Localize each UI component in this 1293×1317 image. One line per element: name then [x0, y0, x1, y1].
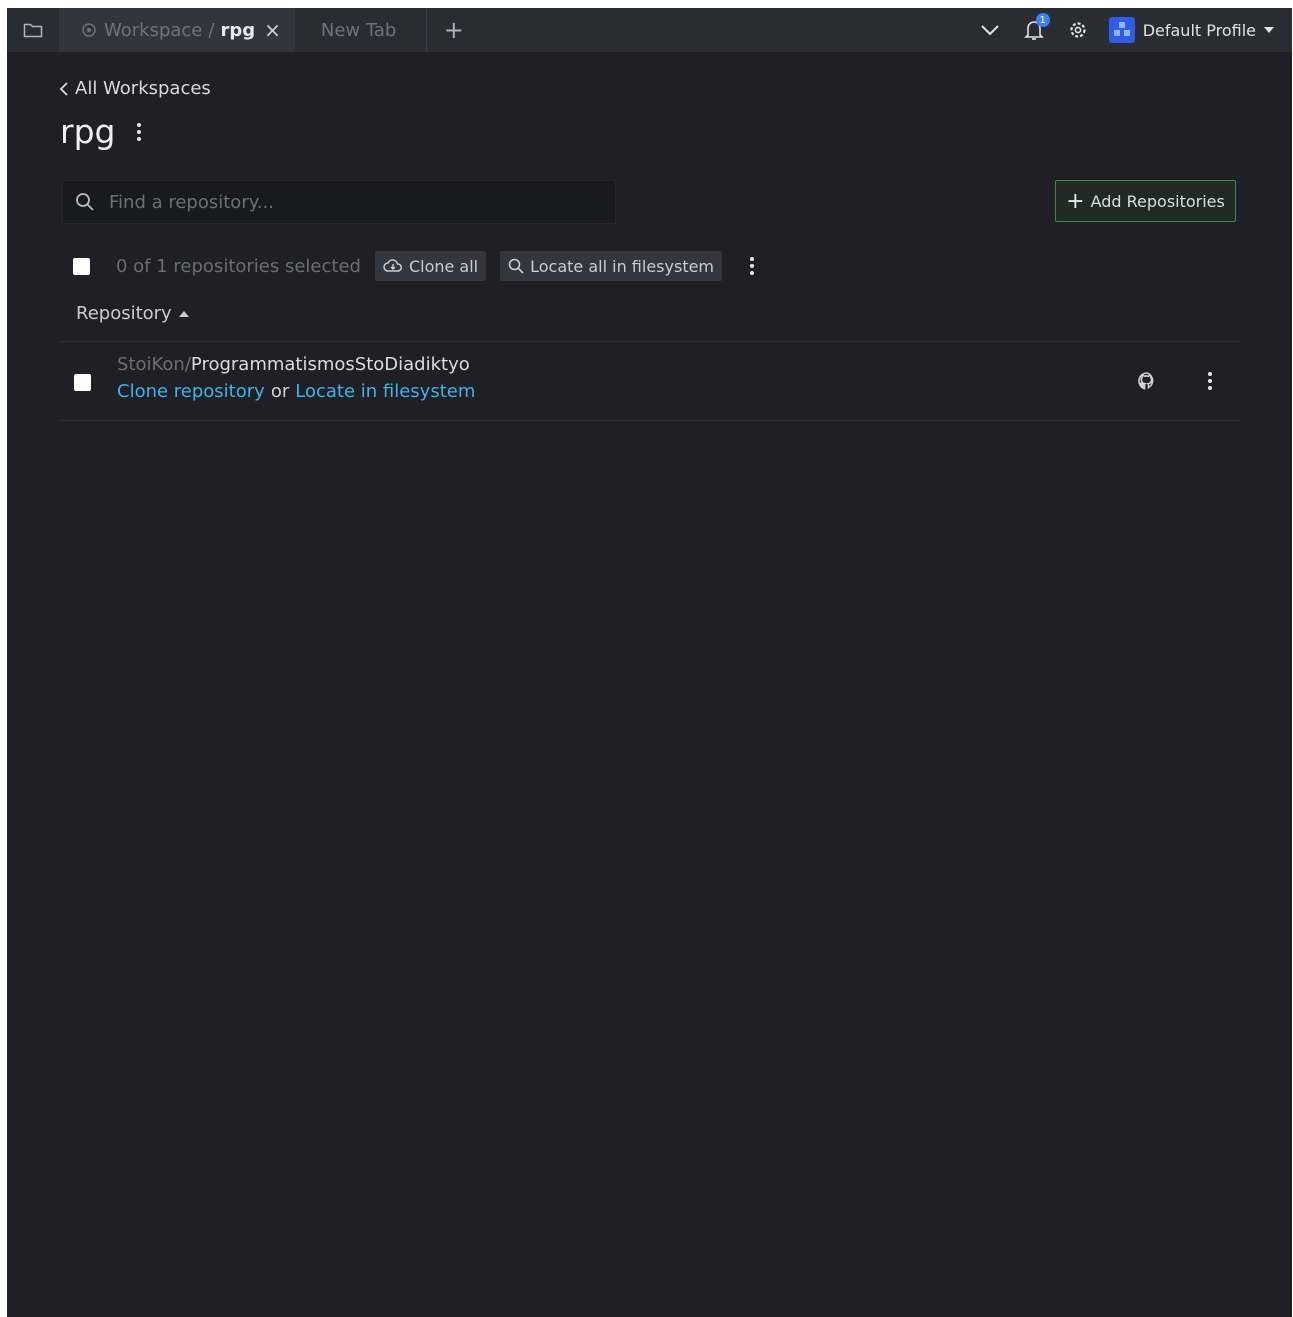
- page-title-row: rpg: [60, 112, 142, 151]
- tab-crumb-workspace: Workspace: [104, 19, 203, 41]
- table-row: StoiKon/ProgrammatismosStoDiadiktyo Clon…: [60, 342, 1240, 420]
- search-icon: [508, 258, 524, 274]
- locate-all-button[interactable]: Locate all in filesystem: [500, 251, 723, 281]
- github-icon[interactable]: [1137, 371, 1157, 391]
- plus-icon[interactable]: +: [426, 8, 480, 52]
- plus-icon: +: [1066, 188, 1085, 214]
- tab-new-tab[interactable]: New Tab: [295, 8, 426, 52]
- tab-crumb-rpg: rpg: [220, 19, 256, 41]
- select-all-checkbox[interactable]: [73, 257, 90, 275]
- chevron-down-icon[interactable]: [979, 19, 1001, 41]
- kebab-icon[interactable]: [1208, 372, 1212, 390]
- avatar-icon: [1108, 17, 1135, 43]
- clone-repository-link[interactable]: Clone repository: [117, 381, 265, 402]
- search-box: [62, 180, 616, 224]
- profile-name: Default Profile: [1142, 20, 1256, 40]
- chevron-left-icon: [59, 81, 68, 96]
- notification-badge: 1: [1035, 13, 1050, 27]
- kebab-icon[interactable]: [137, 122, 142, 141]
- tab-bar: Workspace / rpg × New Tab + 1 Default Pr…: [7, 8, 1292, 52]
- or-text: or: [270, 381, 290, 402]
- search-icon: [76, 193, 94, 211]
- page-title: rpg: [60, 112, 116, 151]
- app-window: Workspace / rpg × New Tab + 1 Default Pr…: [7, 8, 1292, 1317]
- repo-name: ProgrammatismosStoDiadiktyo: [190, 354, 470, 375]
- bell-icon[interactable]: 1: [1023, 13, 1050, 41]
- cloud-download-icon: [383, 259, 402, 272]
- repo-owner: StoiKon: [117, 354, 185, 375]
- header-right-controls: 1 Default Profile: [957, 8, 1292, 52]
- tab-workspace-rpg[interactable]: Workspace / rpg ×: [59, 8, 295, 52]
- clone-all-label: Clone all: [408, 256, 479, 276]
- add-repositories-button[interactable]: + Add Repositories: [1055, 180, 1236, 222]
- row-checkbox[interactable]: [74, 374, 91, 391]
- search-input[interactable]: [109, 191, 579, 213]
- bulk-toolbar: 0 of 1 repositories selected Clone all L…: [73, 250, 755, 282]
- workspaces-button[interactable]: [7, 8, 59, 52]
- locate-in-filesystem-link[interactable]: Locate in filesystem: [295, 381, 475, 402]
- back-label: All Workspaces: [75, 78, 211, 99]
- profile-menu[interactable]: Default Profile: [1108, 17, 1274, 43]
- sort-ascending-icon: [178, 310, 189, 317]
- table-divider-bottom: [60, 420, 1240, 421]
- gear-icon[interactable]: [1067, 19, 1089, 41]
- back-to-workspaces-link[interactable]: All Workspaces: [59, 78, 211, 99]
- kebab-icon[interactable]: [750, 257, 755, 275]
- add-repositories-label: Add Repositories: [1090, 191, 1225, 211]
- clone-all-button[interactable]: Clone all: [374, 251, 487, 281]
- locate-all-label: Locate all in filesystem: [530, 256, 715, 276]
- repo-actions: Clone repository or Locate in filesystem: [117, 381, 475, 402]
- column-header-repository[interactable]: Repository: [76, 303, 189, 324]
- close-icon[interactable]: ×: [264, 18, 281, 42]
- repo-full-name: StoiKon/ProgrammatismosStoDiadiktyo: [117, 354, 470, 375]
- selection-count: 0 of 1 repositories selected: [116, 255, 361, 277]
- tab-crumb-separator: /: [208, 19, 215, 41]
- caret-down-icon: [1264, 27, 1274, 33]
- folder-icon: [23, 23, 43, 38]
- column-header-label: Repository: [76, 303, 172, 324]
- workspace-icon: [82, 23, 96, 37]
